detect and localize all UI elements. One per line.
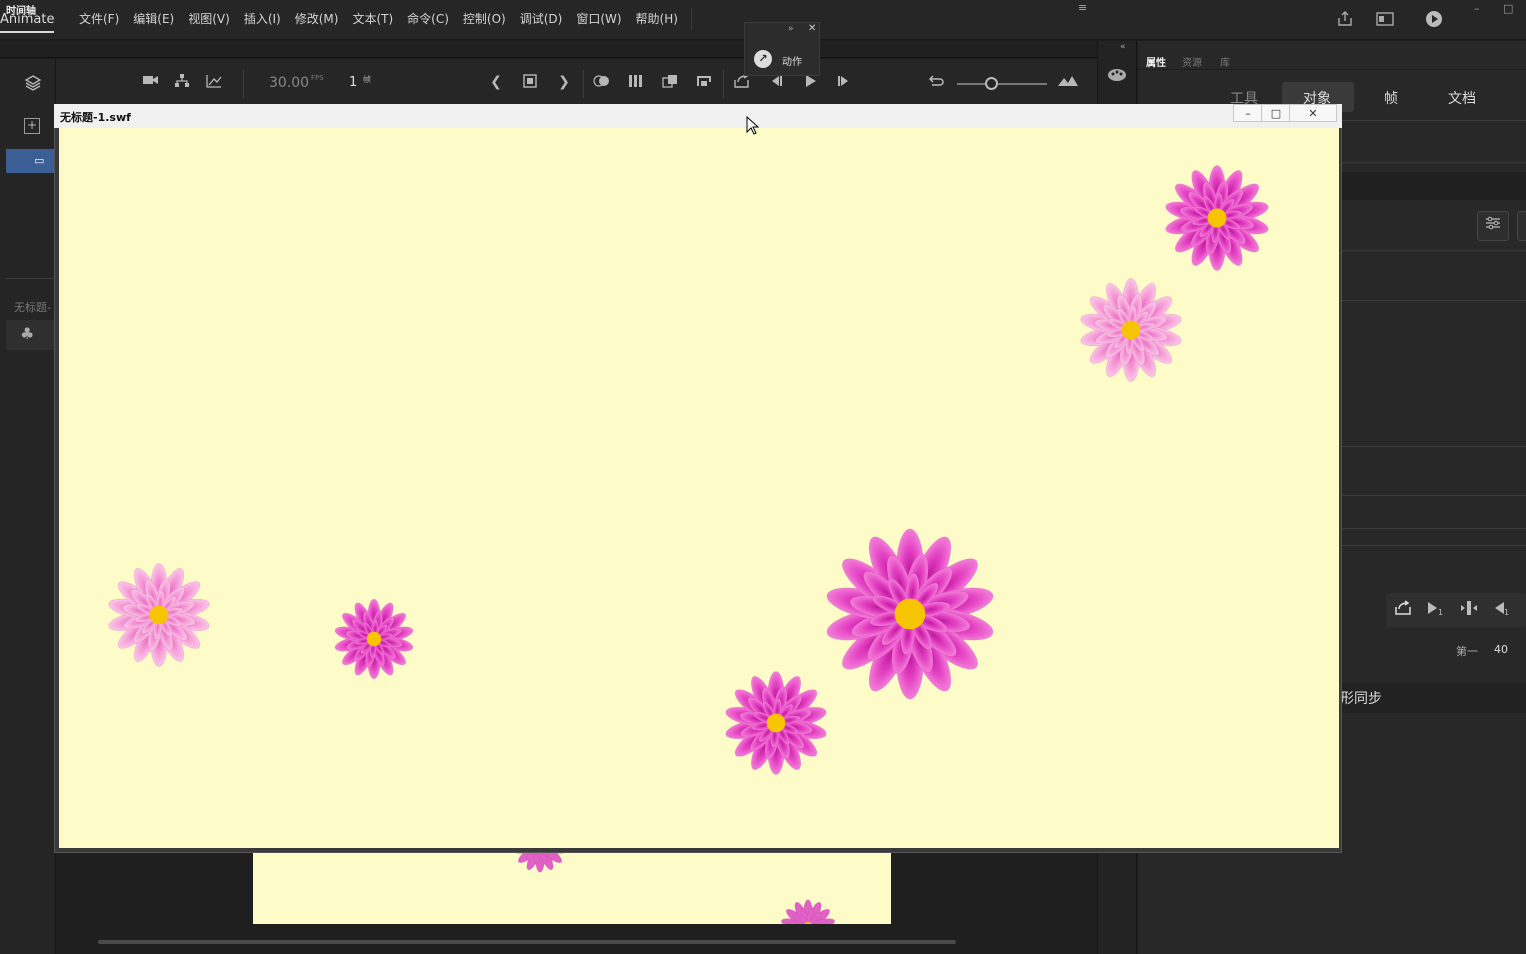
- layers-icon[interactable]: [24, 74, 42, 96]
- menu-insert[interactable]: 插入(I): [237, 10, 288, 30]
- layer-column: [0, 59, 56, 954]
- swf-maximize-button[interactable]: □: [1261, 104, 1291, 122]
- subtab-document[interactable]: 文档: [1448, 88, 1476, 108]
- menu-separator: [690, 8, 692, 30]
- filter-settings-button[interactable]: [1477, 211, 1509, 241]
- flower-partial-2[interactable]: [780, 899, 835, 924]
- add-layer-icon[interactable]: +: [24, 118, 40, 134]
- fps-unit: FPS: [311, 74, 324, 82]
- menu-view[interactable]: 视图(V): [181, 10, 237, 30]
- timeline-tab-strip: [0, 41, 1097, 58]
- tab-assets[interactable]: 资源: [1182, 54, 1202, 69]
- menu-help[interactable]: 帮助(H): [629, 10, 685, 30]
- first-frame-label: 第一: [1456, 645, 1478, 658]
- step-forward-icon[interactable]: [833, 74, 855, 92]
- collapse-icon[interactable]: «: [1120, 42, 1126, 52]
- menu-commands[interactable]: 命令(C): [400, 10, 456, 30]
- export-icon[interactable]: [1394, 600, 1412, 620]
- tab-library[interactable]: 库: [1220, 54, 1230, 69]
- symbol-icon[interactable]: ♣: [20, 324, 34, 343]
- play-icon[interactable]: [799, 74, 821, 92]
- zoom-slider-knob[interactable]: [985, 77, 998, 90]
- close-icon[interactable]: ✕: [808, 23, 816, 34]
- export-icon[interactable]: [731, 73, 753, 92]
- fps-value[interactable]: 30.00: [269, 75, 309, 91]
- flower-6[interactable]: [724, 671, 828, 775]
- menu-file[interactable]: 文件(F): [72, 10, 126, 30]
- menu-items: 文件(F) 编辑(E) 视图(V) 插入(I) 修改(M) 文本(T) 命令(C…: [72, 8, 698, 30]
- step-back-icon[interactable]: [765, 74, 787, 92]
- flower-5[interactable]: [824, 528, 996, 700]
- first-frame-value[interactable]: 40: [1494, 643, 1508, 656]
- swf-titlebar[interactable]: [54, 104, 1342, 128]
- stage-canvas[interactable]: [253, 853, 891, 924]
- divider: [1340, 528, 1526, 529]
- menu-control[interactable]: 控制(O): [456, 10, 513, 30]
- subtab-frame[interactable]: 帧: [1384, 88, 1398, 108]
- flower-3[interactable]: [107, 563, 211, 667]
- undo-icon[interactable]: [925, 74, 947, 92]
- toolbar-separator: [243, 70, 244, 98]
- next-keyframe-icon[interactable]: ❯: [553, 74, 575, 90]
- panel-menu-icon[interactable]: ≡: [1078, 1, 1520, 14]
- swf-content[interactable]: [59, 128, 1339, 848]
- swf-title: 无标题-1.swf: [60, 111, 131, 124]
- layer-row-selected[interactable]: [6, 149, 54, 173]
- svg-text:1: 1: [1438, 608, 1443, 616]
- palette-icon[interactable]: [1107, 66, 1127, 86]
- divider: [1340, 446, 1526, 447]
- sync-label[interactable]: 形同步: [1340, 688, 1382, 708]
- onion-skin-icon[interactable]: [591, 74, 613, 92]
- zoom-slider-track[interactable]: [957, 83, 1047, 85]
- menu-text[interactable]: 文本(T): [345, 10, 400, 30]
- toolbar-separator: [583, 70, 584, 98]
- tab-properties[interactable]: 属性: [1146, 54, 1166, 69]
- divider: [1340, 120, 1526, 121]
- swf-close-button[interactable]: ✕: [1289, 104, 1337, 122]
- swf-minimize-button[interactable]: –: [1233, 104, 1263, 122]
- mouse-cursor-icon: [746, 115, 760, 136]
- layer-icon: ▭: [34, 154, 45, 167]
- actions-label[interactable]: 动作: [782, 53, 802, 68]
- menu-edit[interactable]: 编辑(E): [126, 10, 181, 30]
- loop-icon[interactable]: [693, 74, 715, 92]
- prev-keyframe-icon[interactable]: ❮: [485, 74, 507, 90]
- single-frame-icon[interactable]: [1460, 600, 1478, 620]
- insert-keyframe-icon[interactable]: [519, 74, 541, 92]
- divider: [1340, 545, 1526, 546]
- extra-button[interactable]: [1517, 211, 1526, 241]
- toolbar-separator: [723, 70, 724, 98]
- actions-icon[interactable]: ↗: [754, 50, 772, 68]
- edit-multiple-frames-icon[interactable]: [659, 74, 681, 92]
- divider: [1340, 495, 1526, 496]
- svg-text:1: 1: [1504, 608, 1509, 616]
- graph-icon[interactable]: [203, 74, 225, 92]
- horizontal-scrollbar[interactable]: [98, 940, 956, 944]
- camera-icon[interactable]: [140, 74, 162, 90]
- divider: [6, 278, 54, 279]
- flower-2[interactable]: [1079, 278, 1183, 382]
- menu-window[interactable]: 窗口(W): [569, 10, 628, 30]
- divider: [1340, 162, 1526, 163]
- menu-debug[interactable]: 调试(D): [513, 10, 570, 30]
- play-reverse-icon[interactable]: 1: [1493, 600, 1511, 620]
- flower-1[interactable]: [1164, 165, 1270, 271]
- frame-unit: 帧: [363, 75, 371, 84]
- animate-app: Animate 文件(F) 编辑(E) 视图(V) 插入(I) 修改(M) 文本…: [0, 0, 1526, 954]
- expand-icon[interactable]: »: [788, 24, 794, 34]
- tab-timeline[interactable]: 时间轴: [6, 2, 36, 17]
- menu-modify[interactable]: 修改(M): [288, 10, 346, 30]
- flower-partial-1[interactable]: [512, 853, 567, 873]
- play-once-icon[interactable]: 1: [1427, 600, 1445, 620]
- frames-icon[interactable]: [625, 74, 647, 92]
- mountains-icon[interactable]: [1057, 74, 1079, 90]
- divider: [1340, 250, 1526, 251]
- frame-value[interactable]: 1: [349, 75, 357, 90]
- flower-4[interactable]: [334, 598, 415, 680]
- layer-parenting-icon[interactable]: [171, 74, 193, 92]
- divider: [1340, 300, 1526, 301]
- scene-label: 无标题-: [14, 301, 51, 314]
- property-row: [1340, 172, 1526, 200]
